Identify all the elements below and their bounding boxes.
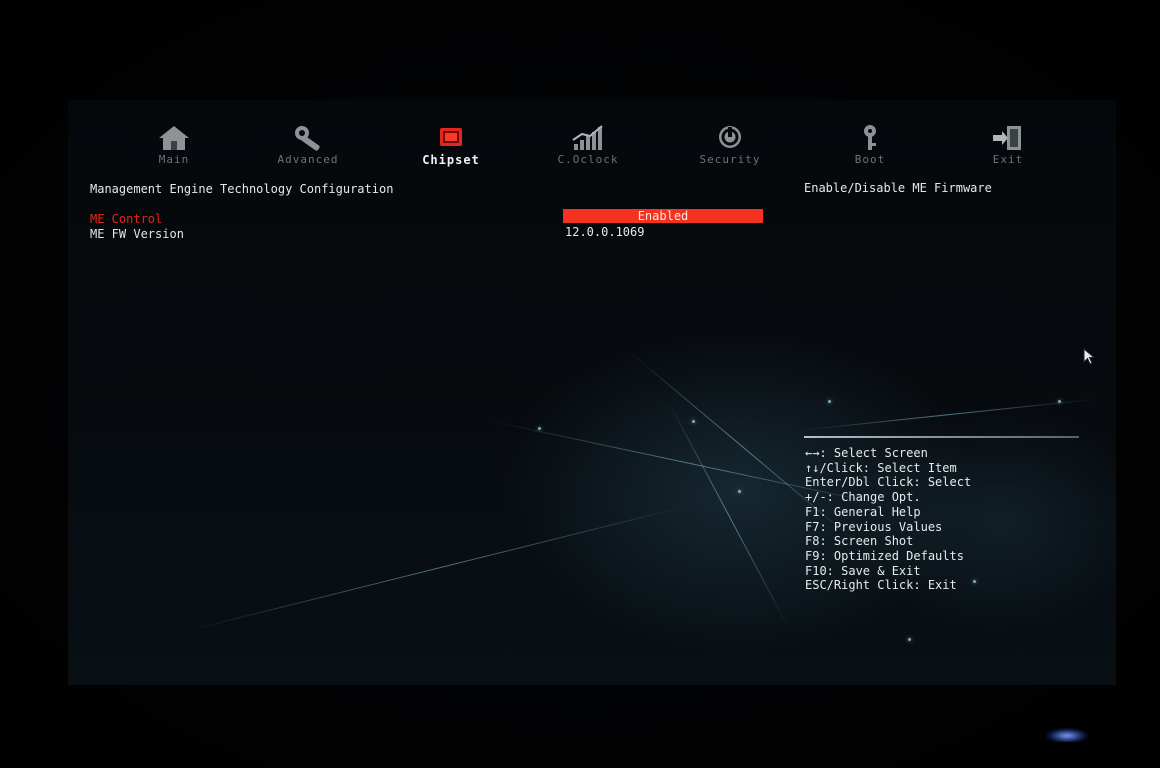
option-me-fw-version: ME FW Version: [90, 227, 184, 241]
signal-bars-icon: [572, 125, 603, 150]
tab-exit[interactable]: Exit: [948, 124, 1068, 166]
help-divider: [804, 436, 1079, 438]
key-legend: ←→: Select Screen ↑↓/Click: Select Item …: [805, 446, 971, 593]
key-hint: F10: Save & Exit: [805, 563, 921, 578]
key-hint: F8: Screen Shot: [805, 534, 914, 549]
house-icon: [159, 126, 189, 150]
tab-label: Advanced: [277, 153, 339, 166]
bios-screen: Main Advanced Chipset C.Oclock Security …: [68, 100, 1116, 685]
tab-label: Main: [158, 153, 190, 166]
tab-main[interactable]: Main: [114, 124, 234, 166]
tab-label: Chipset: [422, 153, 480, 167]
light-streak: [798, 398, 1097, 431]
star: [973, 580, 976, 583]
key-hint: F1: General Help: [805, 504, 921, 519]
option-label: ME FW Version: [90, 227, 184, 241]
tab-c-oclock[interactable]: C.Oclock: [528, 124, 648, 166]
option-label: ME Control: [90, 212, 163, 226]
option-me-control[interactable]: ME Control: [90, 212, 162, 226]
top-nav: Main Advanced Chipset C.Oclock Security …: [68, 124, 1116, 174]
tab-security[interactable]: Security: [670, 124, 790, 166]
star: [828, 400, 831, 403]
power-led: [1046, 728, 1088, 742]
me-control-value[interactable]: Enabled: [563, 209, 763, 223]
page-title: Management Engine Technology Configurati…: [90, 182, 394, 196]
star: [738, 490, 741, 493]
key-hint: ←→: Select Screen: [805, 446, 928, 460]
mouse-cursor-icon: [1083, 348, 1096, 365]
help-description: Enable/Disable ME Firmware: [804, 181, 992, 195]
key-hint: F9: Optimized Defaults: [805, 548, 964, 563]
tab-advanced[interactable]: Advanced: [248, 124, 368, 166]
star: [1058, 400, 1061, 403]
tab-chipset[interactable]: Chipset: [391, 124, 511, 167]
light-streak: [188, 504, 693, 631]
star: [692, 420, 695, 423]
tab-label: C.Oclock: [557, 153, 619, 166]
star: [538, 427, 541, 430]
key-icon: [864, 125, 876, 150]
tab-label: Boot: [854, 153, 886, 166]
power-shield-icon: [719, 126, 741, 148]
tab-boot[interactable]: Boot: [810, 124, 930, 166]
me-fw-version-value: 12.0.0.1069: [565, 225, 645, 239]
tab-label: Security: [699, 153, 761, 166]
tab-label: Exit: [992, 153, 1024, 166]
exit-door-icon: [993, 126, 1021, 150]
key-hint: ↑↓/Click: Select Item: [805, 460, 957, 475]
key-hint: +/-: Change Opt.: [805, 490, 921, 505]
key-hint: ESC/Right Click: Exit: [805, 578, 957, 593]
wrench-icon: [295, 126, 320, 151]
key-hint: Enter/Dbl Click: Select: [805, 475, 972, 490]
key-hint: F7: Previous Values: [805, 519, 943, 534]
star: [908, 638, 911, 641]
chip-icon: [440, 128, 462, 146]
